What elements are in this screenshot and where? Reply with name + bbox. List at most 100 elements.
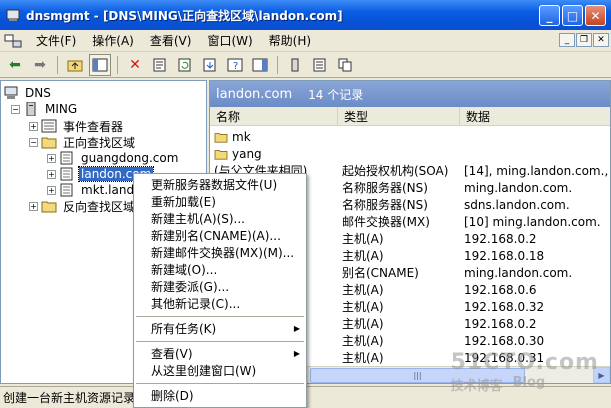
show-hide-action-pane-button[interactable] bbox=[249, 54, 271, 76]
menu-item-label: 新建域(O)... bbox=[151, 263, 218, 277]
dns-icon bbox=[4, 86, 18, 99]
expand-toggle-icon[interactable]: + bbox=[29, 201, 38, 211]
record-type: 主机(A) bbox=[342, 300, 384, 314]
tree-item-mkt[interactable]: + mkt.land bbox=[47, 182, 136, 198]
toolbar-separator bbox=[277, 55, 278, 74]
delete-button[interactable]: ✕ bbox=[124, 54, 146, 76]
zone-icon bbox=[60, 151, 73, 165]
menu-item-reload[interactable]: 重新加载(E) bbox=[134, 193, 306, 210]
toolbar: ⬅ ➡ ✕ ? bbox=[0, 52, 611, 78]
menu-view[interactable]: 查看(V) bbox=[142, 30, 200, 51]
back-arrow-icon: ⬅ bbox=[9, 56, 21, 73]
tree-label: MING bbox=[45, 102, 78, 116]
menu-item-new-domain[interactable]: 新建域(O)... bbox=[134, 261, 306, 278]
list-item[interactable]: yang bbox=[210, 145, 334, 162]
record-type: 名称服务器(NS) bbox=[342, 198, 428, 212]
details-header: landon.com 14 个记录 bbox=[210, 81, 610, 107]
inner-restore-button[interactable]: ❐ bbox=[576, 33, 592, 47]
tree-item-guangdong[interactable]: + guangdong.com bbox=[47, 150, 180, 166]
column-header-type[interactable]: 类型 bbox=[338, 107, 460, 125]
up-folder-icon bbox=[67, 60, 83, 71]
record-data: 192.168.0.30 bbox=[464, 333, 545, 348]
inner-minimize-button[interactable]: _ bbox=[559, 33, 575, 47]
tree-label: DNS bbox=[25, 86, 51, 100]
list-item[interactable]: mk bbox=[210, 128, 334, 145]
menu-window[interactable]: 窗口(W) bbox=[199, 30, 260, 51]
record-data: [10] ming.landon.com. bbox=[464, 214, 601, 229]
expand-toggle-icon[interactable]: + bbox=[47, 153, 56, 163]
menu-item-label: 从这里创建窗口(W) bbox=[151, 364, 257, 378]
menu-item-all-tasks[interactable]: 所有任务(K) ▶ bbox=[134, 320, 306, 337]
tree-item-reverse-lookup[interactable]: + 反向查找区域 bbox=[29, 198, 137, 214]
collapse-toggle-icon[interactable]: − bbox=[11, 104, 20, 114]
export-list-button[interactable] bbox=[199, 54, 221, 76]
expand-toggle-icon[interactable]: + bbox=[29, 121, 38, 131]
record-type: 主机(A) bbox=[342, 232, 384, 246]
properties-button[interactable] bbox=[149, 54, 171, 76]
menu-item-new-host[interactable]: 新建主机(A)(S)... bbox=[134, 210, 306, 227]
back-button[interactable]: ⬅ bbox=[4, 54, 26, 76]
server-button[interactable] bbox=[284, 54, 306, 76]
close-button[interactable]: ✕ bbox=[585, 5, 606, 26]
record-name: mk bbox=[232, 129, 251, 144]
record-type: 起始授权机构(SOA) bbox=[342, 164, 449, 178]
dns-app-icon bbox=[6, 9, 20, 21]
column-headers: 名称 类型 数据 bbox=[210, 107, 610, 126]
record-type: 别名(CNAME) bbox=[342, 266, 419, 280]
minimize-button[interactable]: _ bbox=[539, 5, 560, 26]
mmc-console-icon[interactable] bbox=[4, 33, 22, 49]
submenu-arrow-icon: ▶ bbox=[293, 349, 300, 358]
toolbar-separator bbox=[117, 55, 118, 74]
refresh-icon bbox=[178, 58, 191, 71]
scroll-right-button[interactable]: ▶ bbox=[593, 367, 610, 383]
menu-item-new-window-from-here[interactable]: 从这里创建窗口(W) bbox=[134, 362, 306, 379]
details-header-title: landon.com bbox=[216, 86, 293, 102]
list-view-button[interactable] bbox=[309, 54, 331, 76]
copy-icon bbox=[338, 58, 352, 71]
record-type: 名称服务器(NS) bbox=[342, 181, 428, 195]
menu-item-new-delegation[interactable]: 新建委派(G)... bbox=[134, 278, 306, 295]
forward-button[interactable]: ➡ bbox=[29, 54, 51, 76]
refresh-button[interactable] bbox=[174, 54, 196, 76]
expand-toggle-icon[interactable]: + bbox=[47, 185, 56, 195]
menu-item-other-new-records[interactable]: 其他新记录(C)... bbox=[134, 295, 306, 312]
help-button[interactable]: ? bbox=[224, 54, 246, 76]
menu-item-label: 新建主机(A)(S)... bbox=[151, 212, 245, 226]
column-header-name[interactable]: 名称 bbox=[210, 107, 338, 125]
tree-item-dns[interactable]: DNS bbox=[3, 85, 53, 101]
menu-item-new-alias[interactable]: 新建别名(CNAME)(A)... bbox=[134, 227, 306, 244]
expand-toggle-icon[interactable]: + bbox=[47, 169, 56, 179]
menu-action[interactable]: 操作(A) bbox=[84, 30, 142, 51]
record-data: 192.168.0.2 bbox=[464, 316, 537, 331]
zone-icon bbox=[60, 167, 73, 181]
record-data: 192.168.0.2 bbox=[464, 231, 537, 246]
menu-separator bbox=[136, 341, 304, 342]
tree-item-forward-lookup[interactable]: − 正向查找区域 bbox=[29, 134, 137, 150]
record-type: 主机(A) bbox=[342, 317, 384, 331]
menu-item-delete[interactable]: 删除(D) bbox=[134, 387, 306, 404]
menu-item-view[interactable]: 查看(V) ▶ bbox=[134, 345, 306, 362]
tree-item-ming[interactable]: − MING bbox=[11, 101, 79, 117]
menu-file[interactable]: 文件(F) bbox=[28, 30, 84, 51]
copy-button[interactable] bbox=[334, 54, 356, 76]
show-hide-tree-button[interactable] bbox=[89, 53, 111, 76]
record-type: 主机(A) bbox=[342, 249, 384, 263]
record-data: sdns.landon.com. bbox=[464, 197, 570, 212]
menu-item-label: 新建委派(G)... bbox=[151, 280, 230, 294]
record-data: ming.landon.com. bbox=[464, 265, 573, 280]
menu-item-update-server-data-file[interactable]: 更新服务器数据文件(U) bbox=[134, 176, 306, 193]
folder-icon bbox=[41, 201, 57, 213]
menu-item-label: 重新加载(E) bbox=[151, 195, 216, 209]
column-header-data[interactable]: 数据 bbox=[460, 107, 610, 125]
up-level-button[interactable] bbox=[64, 54, 86, 76]
maximize-button[interactable]: □ bbox=[562, 5, 583, 26]
status-text: 创建一台新主机资源记录 bbox=[3, 391, 136, 405]
menu-help[interactable]: 帮助(H) bbox=[261, 30, 319, 51]
collapse-toggle-icon[interactable]: − bbox=[29, 137, 38, 147]
record-data: [14], ming.landon.com., h bbox=[464, 163, 610, 178]
console-tree-icon bbox=[92, 58, 108, 71]
inner-close-button[interactable]: ✕ bbox=[593, 33, 609, 47]
scroll-thumb[interactable]: ||| bbox=[310, 367, 525, 383]
menu-item-new-mail-exchanger[interactable]: 新建邮件交换器(MX)(M)... bbox=[134, 244, 306, 261]
tree-item-event-viewer[interactable]: + 事件查看器 bbox=[29, 118, 125, 134]
